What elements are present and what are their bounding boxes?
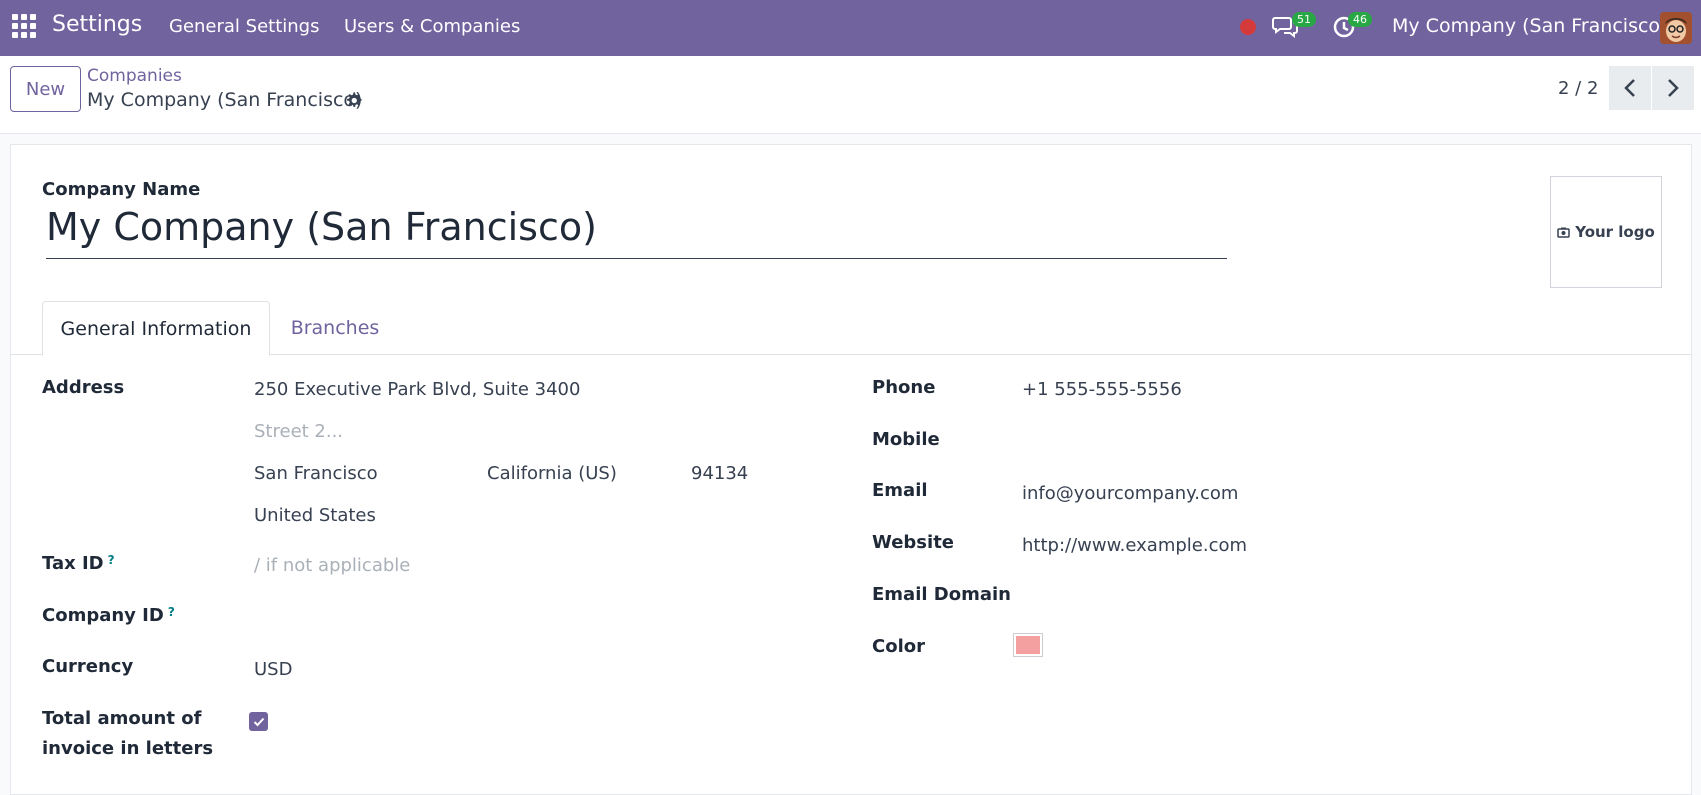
logo-label: Your logo [1575, 223, 1655, 241]
address-label: Address [42, 377, 125, 398]
pager-value[interactable]: 2 / 2 [1558, 78, 1598, 99]
activities-count-badge: 46 [1348, 12, 1372, 27]
street-field[interactable]: 250 Executive Park Blvd, Suite 3400 [254, 379, 580, 400]
currency-field[interactable]: USD [254, 659, 292, 680]
tab-general-information[interactable]: General Information [42, 301, 270, 356]
menu-general-settings[interactable]: General Settings [169, 16, 320, 37]
zip-field[interactable]: 94134 [691, 463, 748, 484]
country-field[interactable]: United States [254, 505, 376, 526]
messages-count-badge: 51 [1292, 12, 1316, 27]
website-field[interactable]: http://www.example.com [1022, 535, 1247, 556]
gear-icon[interactable] [344, 91, 363, 110]
pager-next-button[interactable] [1652, 66, 1694, 110]
tax-id-label-text: Tax ID [42, 553, 104, 574]
top-navbar: Settings General Settings Users & Compan… [0, 0, 1701, 56]
email-domain-label: Email Domain [872, 584, 1011, 605]
activities-button[interactable]: 46 [1333, 12, 1372, 42]
company-name-input[interactable]: My Company (San Francisco) [46, 205, 1227, 259]
color-picker[interactable] [1013, 633, 1043, 657]
color-label: Color [872, 636, 925, 657]
phone-label: Phone [872, 377, 936, 398]
camera-icon [1557, 227, 1570, 238]
state-field[interactable]: California (US) [487, 463, 617, 484]
user-avatar[interactable] [1660, 12, 1692, 44]
form-sheet: Company Name My Company (San Francisco) … [10, 144, 1692, 795]
invoice-letters-checkbox[interactable] [249, 712, 268, 731]
new-button[interactable]: New [10, 66, 81, 112]
app-menu-grid-icon[interactable] [12, 14, 36, 38]
tab-branches[interactable]: Branches [270, 301, 400, 355]
breadcrumb-current: My Company (San Francisco) [87, 89, 363, 111]
checkmark-icon [253, 717, 264, 726]
breadcrumb-companies-link[interactable]: Companies [87, 66, 182, 86]
company-id-label-text: Company ID [42, 605, 164, 626]
chevron-left-icon [1624, 79, 1635, 97]
chevron-right-icon [1668, 79, 1679, 97]
pager-previous-button[interactable] [1609, 66, 1651, 110]
website-label: Website [872, 532, 955, 553]
street2-field[interactable]: Street 2... [254, 421, 343, 442]
menu-users-companies[interactable]: Users & Companies [344, 16, 520, 37]
tax-id-field[interactable]: / if not applicable [254, 555, 410, 576]
email-field[interactable]: info@yourcompany.com [1022, 483, 1238, 504]
color-swatch-fill [1016, 636, 1040, 654]
app-title[interactable]: Settings [52, 12, 142, 37]
avatar-face-icon [1660, 12, 1692, 44]
tax-id-help-icon[interactable]: ? [108, 553, 115, 567]
city-field[interactable]: San Francisco [254, 463, 378, 484]
logo-upload[interactable]: Your logo [1550, 176, 1662, 288]
email-label: Email [872, 480, 928, 501]
company-id-help-icon[interactable]: ? [168, 605, 175, 619]
company-name-label: Company Name [42, 179, 201, 200]
recording-indicator-icon[interactable] [1240, 19, 1256, 35]
company-id-label: Company ID? [42, 605, 175, 626]
invoice-letters-label-line1: Total amount of [42, 708, 202, 729]
invoice-letters-label-line2: invoice in letters [42, 738, 214, 759]
form-tabs: General Information Branches [11, 301, 1691, 356]
company-switcher[interactable]: My Company (San Francisco) [1392, 15, 1667, 37]
tax-id-label: Tax ID? [42, 553, 115, 574]
control-panel: New Companies My Company (San Francisco)… [0, 56, 1701, 134]
mobile-label: Mobile [872, 429, 940, 450]
currency-label: Currency [42, 656, 134, 677]
phone-field[interactable]: +1 555-555-5556 [1022, 379, 1182, 400]
messages-button[interactable]: 51 [1272, 12, 1316, 42]
